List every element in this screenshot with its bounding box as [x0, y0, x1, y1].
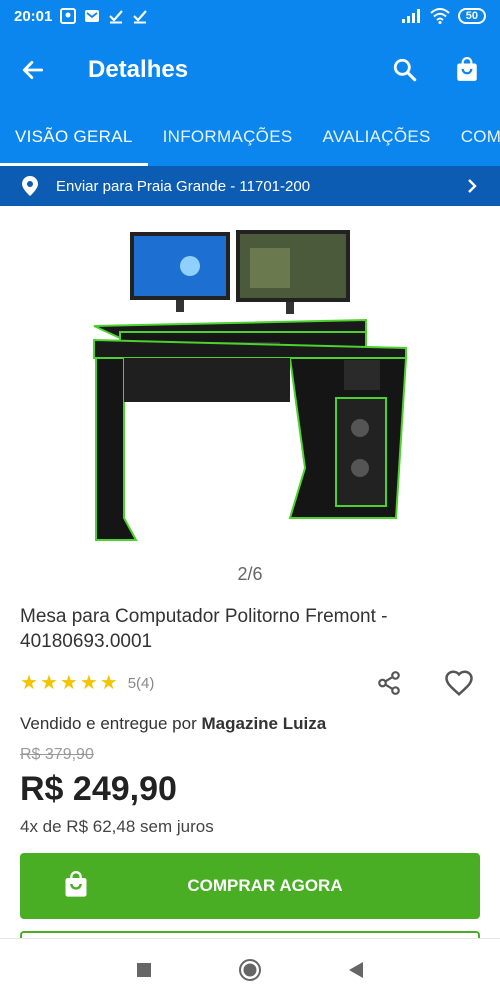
old-price: R$ 379,90 [20, 746, 94, 763]
seller-name: Magazine Luiza [201, 714, 327, 733]
shipping-text: Enviar para Praia Grande - 11701-200 [56, 177, 311, 195]
tab-avaliacoes[interactable]: AVALIAÇÕES [308, 108, 446, 166]
seller-prefix: Vendido e entregue por [20, 714, 197, 733]
rating-row: ★ ★ ★ ★ ★ 5(4) [20, 668, 480, 698]
tab-visao-geral[interactable]: VISÃO GERAL [0, 108, 148, 166]
page-title: Detalhes [88, 56, 189, 83]
chevron-right-icon [466, 178, 478, 194]
rating-stars[interactable]: ★ ★ ★ ★ ★ [20, 673, 118, 693]
tab-informacoes[interactable]: INFORMAÇÕES [148, 108, 308, 166]
star-icon: ★ [99, 672, 118, 694]
gallery-icon [60, 8, 77, 24]
current-price: R$ 249,90 [20, 770, 177, 808]
status-time: 20:01 [14, 7, 53, 25]
star-icon: ★ [79, 672, 98, 694]
status-bar: 20:01 50 [0, 0, 500, 32]
shopping-bag-icon[interactable] [454, 57, 480, 83]
gallery-pager: 2/6 [237, 564, 263, 584]
star-icon: ★ [59, 672, 78, 694]
back-triangle-icon[interactable] [348, 961, 364, 979]
recent-apps-icon[interactable] [136, 962, 152, 978]
product-photo [93, 230, 408, 541]
shopping-bag-icon [62, 871, 90, 904]
download-done-icon [108, 8, 124, 24]
battery-icon: 50 [457, 8, 486, 24]
app-bar: Detalhes [0, 32, 500, 108]
tab-bar: VISÃO GERAL INFORMAÇÕES AVALIAÇÕES COMP [0, 108, 500, 166]
star-icon: ★ [39, 672, 58, 694]
system-nav-bar [0, 938, 500, 1000]
product-image-gallery[interactable] [0, 218, 500, 558]
shipping-destination-bar[interactable]: Enviar para Praia Grande - 11701-200 [0, 166, 500, 206]
wifi-icon [430, 8, 450, 24]
rating-count[interactable]: 5(4) [128, 675, 155, 692]
arrow-left-icon[interactable] [20, 57, 46, 83]
installments-text: 4x de R$ 62,48 sem juros [20, 817, 214, 836]
buy-now-button[interactable]: COMPRAR AGORA [20, 853, 480, 919]
product-title: Mesa para Computador Politorno Fremont -… [20, 606, 388, 652]
share-icon[interactable] [376, 670, 402, 696]
signal-icon [401, 9, 422, 23]
tab-compare[interactable]: COMP [446, 108, 500, 166]
heart-icon[interactable] [444, 669, 474, 697]
star-icon: ★ [20, 672, 38, 694]
seller-info: Vendido e entregue por Magazine Luiza [20, 714, 480, 734]
location-pin-icon [22, 176, 38, 196]
search-icon[interactable] [392, 57, 418, 83]
download-done-icon [132, 8, 148, 24]
mail-icon [84, 8, 100, 24]
home-icon[interactable] [238, 958, 262, 982]
